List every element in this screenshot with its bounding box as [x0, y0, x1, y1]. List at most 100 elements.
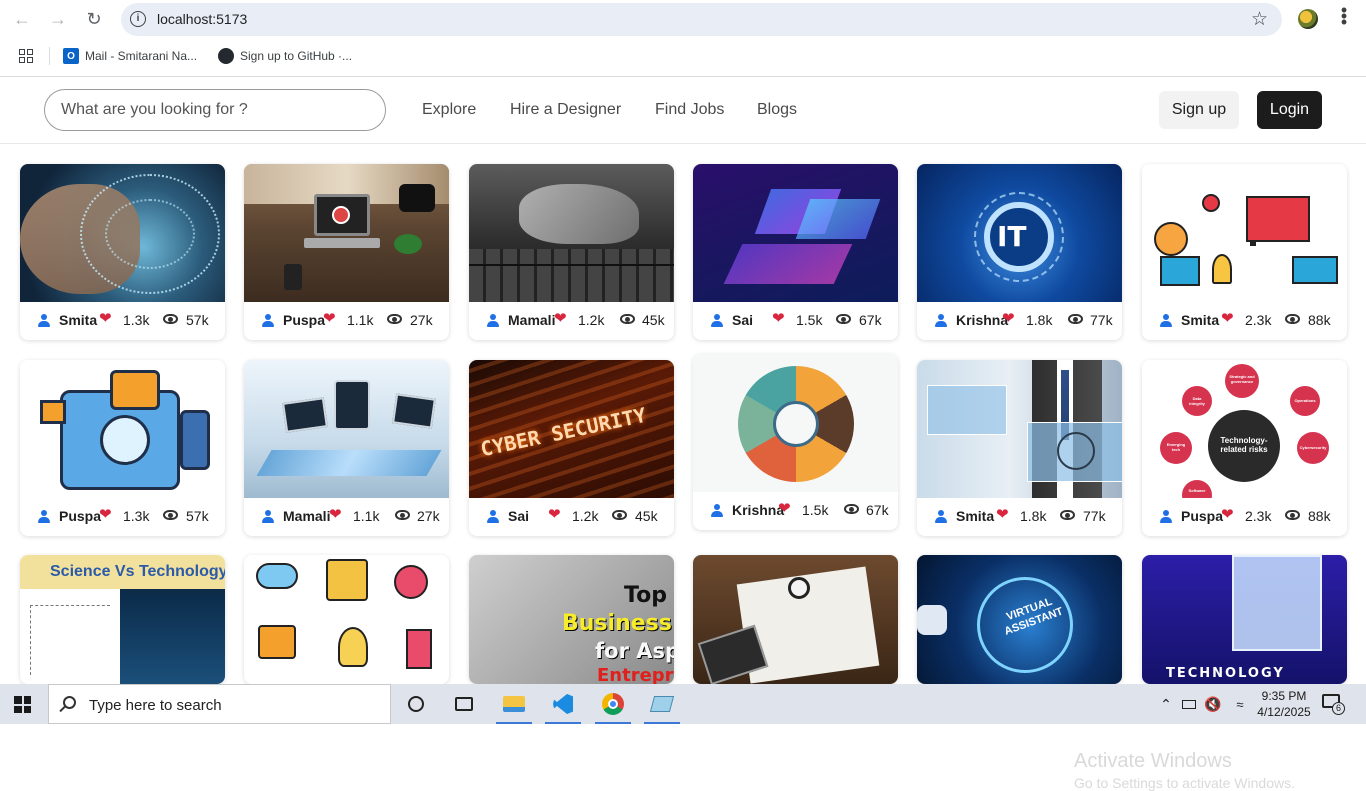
file-explorer-icon[interactable]: [496, 690, 532, 724]
reload-icon[interactable]: ↻: [82, 7, 106, 31]
shot-card[interactable]: [244, 555, 449, 684]
author-name[interactable]: Smita: [1181, 312, 1219, 328]
shot-thumbnail[interactable]: [693, 555, 898, 684]
heart-icon[interactable]: ❤: [1002, 311, 1015, 327]
shot-card[interactable]: [693, 555, 898, 684]
shot-thumbnail[interactable]: [20, 360, 225, 498]
author-name[interactable]: Puspa: [59, 508, 101, 524]
heart-icon[interactable]: ❤: [996, 507, 1009, 523]
heart-icon[interactable]: ❤: [323, 311, 336, 327]
windows-start-icon[interactable]: [14, 696, 31, 713]
shot-thumbnail[interactable]: Top Business Id for Aspi Entrepren: [469, 555, 674, 684]
eye-icon: [612, 510, 627, 520]
shot-thumbnail[interactable]: Science Vs Technology: [20, 555, 225, 684]
heart-icon[interactable]: ❤: [778, 501, 791, 517]
taskbar-search-box[interactable]: Type here to search: [48, 684, 391, 724]
shot-card[interactable]: Puspa ❤ 1.3k 57k: [20, 360, 225, 536]
author-name[interactable]: Mamali: [508, 312, 555, 328]
heart-icon[interactable]: ❤: [554, 311, 567, 327]
shot-thumbnail[interactable]: [469, 164, 674, 302]
shot-card[interactable]: Smita ❤ 1.8k 77k: [917, 360, 1122, 536]
nav-find-jobs[interactable]: Find Jobs: [655, 101, 724, 119]
cortana-icon[interactable]: [402, 690, 430, 718]
task-view-icon[interactable]: [450, 690, 478, 718]
shot-card[interactable]: Technology- related risks Strategic and …: [1142, 360, 1347, 536]
nav-blogs[interactable]: Blogs: [757, 101, 797, 119]
login-button[interactable]: Login: [1257, 91, 1322, 129]
bookmark-github[interactable]: Sign up to GitHub ·...: [218, 47, 352, 65]
shot-card[interactable]: TECHNOLOGY: [1142, 555, 1347, 684]
shot-thumbnail[interactable]: [244, 555, 449, 684]
search-input[interactable]: [44, 89, 386, 131]
shot-thumbnail[interactable]: [917, 360, 1122, 498]
heart-icon[interactable]: ❤: [548, 507, 561, 523]
shot-card[interactable]: Krishna ❤ 1.5k 67k: [693, 354, 898, 530]
author-name[interactable]: Krishna: [956, 312, 1008, 328]
signup-button[interactable]: Sign up: [1159, 91, 1239, 129]
shot-thumbnail[interactable]: TECHNOLOGY: [1142, 555, 1347, 684]
shot-thumbnail[interactable]: [693, 354, 898, 492]
nav-hire-designer[interactable]: Hire a Designer: [510, 101, 621, 119]
shot-thumbnail[interactable]: IT: [917, 164, 1122, 302]
url-text[interactable]: localhost:5173: [157, 11, 247, 27]
shot-card[interactable]: VIRTUAL ASSISTANT: [917, 555, 1122, 684]
bookmark-star-icon[interactable]: ☆: [1251, 8, 1268, 31]
heart-icon[interactable]: ❤: [772, 311, 785, 327]
browser-menu-icon[interactable]: • • •: [1338, 1, 1350, 31]
risk-node-strategic: Strategic and governance: [1229, 374, 1255, 384]
shot-card[interactable]: Sai ❤ 1.5k 67k: [693, 164, 898, 340]
thumb-risks-center: Technology- related risks: [1220, 436, 1268, 454]
shot-card[interactable]: Top Business Id for Aspi Entrepren: [469, 555, 674, 684]
eye-icon: [163, 510, 178, 520]
heart-icon[interactable]: ❤: [1221, 507, 1234, 523]
author-name[interactable]: Smita: [956, 508, 994, 524]
heart-icon[interactable]: ❤: [99, 507, 112, 523]
shot-card[interactable]: Science Vs Technology: [20, 555, 225, 684]
shot-thumbnail[interactable]: [20, 164, 225, 302]
apps-grid-icon[interactable]: [19, 49, 33, 63]
volume-muted-icon[interactable]: 🔇: [1199, 690, 1227, 718]
wifi-icon[interactable]: ≈: [1226, 690, 1254, 718]
site-info-icon[interactable]: i: [130, 11, 146, 27]
shot-card[interactable]: Mamali ❤ 1.1k 27k: [244, 360, 449, 536]
shot-thumbnail[interactable]: [1142, 164, 1347, 302]
shot-thumbnail[interactable]: [693, 164, 898, 302]
author-name[interactable]: Mamali: [283, 508, 330, 524]
shot-thumbnail[interactable]: CYBER SECURITY: [469, 360, 674, 498]
shot-thumbnail[interactable]: [244, 164, 449, 302]
site-header: Explore Hire a Designer Find Jobs Blogs …: [0, 77, 1366, 144]
shot-card[interactable]: Puspa ❤ 1.1k 27k: [244, 164, 449, 340]
author-name[interactable]: Smita: [59, 312, 97, 328]
shot-meta: Sai ❤ 1.2k 45k: [469, 498, 674, 534]
shot-thumbnail[interactable]: VIRTUAL ASSISTANT: [917, 555, 1122, 684]
heart-icon[interactable]: ❤: [99, 311, 112, 327]
author-name[interactable]: Puspa: [1181, 508, 1223, 524]
shot-thumbnail[interactable]: Technology- related risks Strategic and …: [1142, 360, 1347, 498]
shot-card[interactable]: CYBER SECURITY Sai ❤ 1.2k 45k: [469, 360, 674, 536]
likes-count: 1.8k: [1020, 508, 1047, 524]
forward-icon[interactable]: →: [46, 7, 70, 31]
author-name[interactable]: Sai: [732, 312, 753, 328]
address-bar[interactable]: i localhost:5173 ☆: [121, 3, 1282, 36]
back-icon[interactable]: ←: [10, 7, 34, 31]
chrome-icon[interactable]: [595, 690, 631, 724]
notification-center-icon[interactable]: 6: [1322, 694, 1345, 715]
vscode-icon[interactable]: [545, 690, 581, 724]
author-name[interactable]: Krishna: [732, 502, 784, 518]
heart-icon[interactable]: ❤: [329, 507, 342, 523]
shot-card[interactable]: Smita ❤ 1.3k 57k: [20, 164, 225, 340]
eye-icon: [836, 314, 851, 324]
author-name[interactable]: Sai: [508, 508, 529, 524]
shot-card[interactable]: IT Krishna ❤ 1.8k 77k: [917, 164, 1122, 340]
taskbar-clock[interactable]: 9:35 PM 4/12/2025: [1254, 688, 1314, 720]
views-count: 45k: [642, 312, 665, 328]
shot-card[interactable]: Smita ❤ 2.3k 88k: [1142, 164, 1347, 340]
heart-icon[interactable]: ❤: [1221, 311, 1234, 327]
nav-explore[interactable]: Explore: [422, 101, 476, 119]
shot-card[interactable]: Mamali ❤ 1.2k 45k: [469, 164, 674, 340]
shot-thumbnail[interactable]: [244, 360, 449, 498]
notes-app-icon[interactable]: [644, 690, 680, 724]
bookmark-mail[interactable]: O Mail - Smitarani Na...: [63, 47, 197, 65]
profile-avatar[interactable]: [1298, 9, 1318, 29]
author-name[interactable]: Puspa: [283, 312, 325, 328]
